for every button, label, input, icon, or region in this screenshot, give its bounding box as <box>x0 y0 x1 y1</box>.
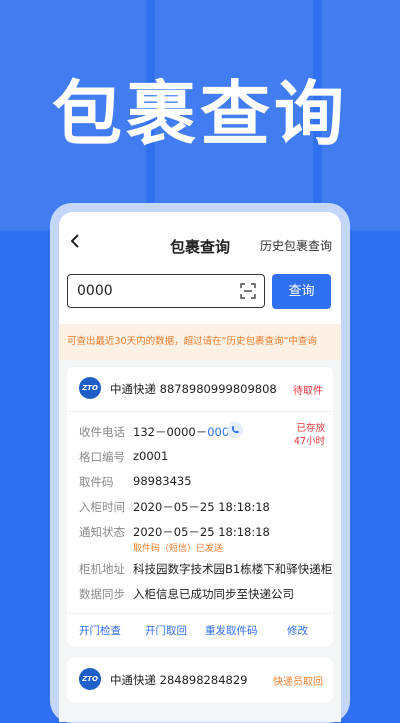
slot-label: 格口编号 <box>79 450 125 464</box>
notify-label: 通知状态 <box>79 525 125 539</box>
slot-row: 格口编号 z0001 <box>67 445 333 470</box>
phone-icon[interactable] <box>227 422 243 438</box>
phone-screen: 包裹查询 历史包裹查询 查询 可查出最近30天内的数据，超过请在“历史包裹查询”… <box>59 212 341 722</box>
parcel-card: ZTO 中通快递 8878980999809808 待取件 已存放 47小时 收… <box>67 367 333 646</box>
open-door-check-button[interactable]: 开门检查 <box>79 623 121 638</box>
phone-label: 收件电话 <box>79 425 125 439</box>
phone-row: 收件电话 132－0000－0000 <box>67 420 333 445</box>
sync-value: 入柜信息已成功同步至快递公司 <box>133 587 294 601</box>
phone-value: 132－0000－0000 <box>133 424 237 440</box>
notify-value: 2020－05－25 18:18:18 <box>133 525 270 539</box>
card-header: ZTO 中通快递 284898284829 快递员取回 <box>67 658 333 702</box>
parcel-details: 已存放 47小时 收件电话 132－0000－0000 格口编号 z0001 取… <box>67 412 333 613</box>
history-query-link[interactable]: 历史包裹查询 <box>260 237 332 254</box>
sync-row: 数据同步 入柜信息已成功同步至快递公司 <box>67 582 333 607</box>
address-label: 柜机地址 <box>79 562 125 576</box>
address-row: 柜机地址 科技园数字技术园B1栋楼下和驿快递柜 <box>67 557 333 582</box>
open-door-retrieve-button[interactable]: 开门取回 <box>145 623 187 638</box>
slot-value: z0001 <box>133 449 169 463</box>
code-row: 取件码 98983435 <box>67 470 333 495</box>
phone-prefix: 132－0000－ <box>133 425 208 439</box>
time-value: 2020－05－25 18:18:18 <box>133 500 270 514</box>
code-value: 98983435 <box>133 474 192 488</box>
nav-bar: 包裹查询 历史包裹查询 <box>59 212 341 274</box>
resend-code-button[interactable]: 重发取件码 <box>205 623 258 638</box>
parcel-card: ZTO 中通快递 284898284829 快递员取回 <box>67 658 333 702</box>
card-actions: 开门检查 开门取回 重发取件码 修改 <box>67 613 333 646</box>
search-row: 查询 <box>59 274 341 324</box>
notify-sub: 取件码（短信）已发送 <box>133 544 224 554</box>
search-button[interactable]: 查询 <box>272 274 331 309</box>
status-badge: 快递员取回 <box>273 677 323 688</box>
courier-tracking: 中通快递 284898284829 <box>110 673 248 687</box>
status-badge: 待取件 <box>293 386 323 397</box>
search-box <box>67 274 265 308</box>
zto-logo-icon: ZTO <box>79 377 101 399</box>
address-value: 科技园数字技术园B1栋楼下和驿快递柜 <box>133 562 333 576</box>
courier-tracking: 中通快递 8878980999809808 <box>110 382 277 396</box>
time-row: 入柜时间 2020－05－25 18:18:18 <box>67 495 333 520</box>
notice-banner: 可查出最近30天内的数据，超过请在“历史包裹查询”中查询 <box>59 324 341 360</box>
scan-icon[interactable] <box>240 283 256 299</box>
zto-logo-icon: ZTO <box>79 668 101 690</box>
code-label: 取件码 <box>79 475 114 489</box>
search-input[interactable] <box>77 281 227 301</box>
card-header: ZTO 中通快递 8878980999809808 待取件 <box>67 367 333 412</box>
time-label: 入柜时间 <box>79 500 125 514</box>
hero-title: 包裹查询 <box>52 73 348 155</box>
sync-label: 数据同步 <box>79 587 125 601</box>
notify-row: 通知状态 2020－05－25 18:18:18 取件码（短信）已发送 <box>67 520 333 557</box>
modify-button[interactable]: 修改 <box>287 623 308 638</box>
